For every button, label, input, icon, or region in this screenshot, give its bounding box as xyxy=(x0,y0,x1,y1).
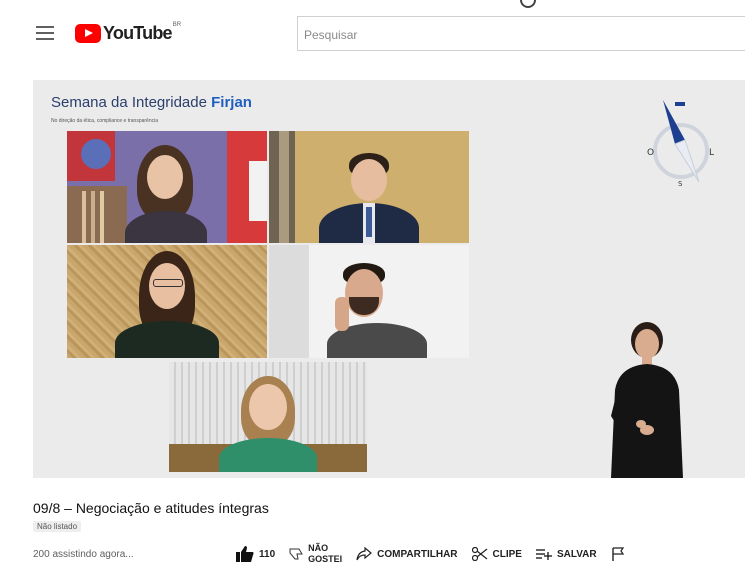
dislike-line1: NÃO xyxy=(308,543,329,553)
compass-label-o: O xyxy=(647,148,654,158)
thumbs-up-icon xyxy=(236,546,254,562)
logo-region: BR xyxy=(172,22,182,28)
share-label: COMPARTILHAR xyxy=(377,548,458,560)
share-icon xyxy=(356,547,373,561)
compass-icon: O L S xyxy=(647,100,714,188)
masthead: YouTube BR xyxy=(0,0,745,70)
video-player[interactable]: Semana da Integridade Firjan No direção … xyxy=(33,80,745,478)
scissors-icon xyxy=(471,547,487,561)
like-count: 110 xyxy=(259,548,276,560)
save-label: SALVAR xyxy=(556,548,597,560)
compass-label-l: L xyxy=(709,148,714,158)
report-button[interactable] xyxy=(611,547,630,561)
dislike-label: NÃO GOSTEI xyxy=(308,543,342,565)
dislike-button[interactable]: NÃO GOSTEI xyxy=(289,543,342,565)
participant-tile xyxy=(169,362,367,472)
event-title: Semana da Integridade Firjan xyxy=(51,94,252,111)
participant-tile xyxy=(67,131,267,243)
clip-label: CLIPE xyxy=(492,548,522,560)
unlisted-badge: Não listado xyxy=(33,521,82,532)
video-title: 09/8 – Negociação e atitudes íntegras xyxy=(33,500,269,516)
participant-tile xyxy=(67,245,267,358)
search-input[interactable] xyxy=(298,17,745,52)
like-button[interactable]: 110 xyxy=(236,546,275,562)
menu-icon[interactable] xyxy=(36,26,54,40)
participant-tile xyxy=(269,245,469,358)
logo-text: YouTube xyxy=(103,22,173,43)
share-button[interactable]: COMPARTILHAR xyxy=(356,547,458,561)
sign-language-interpreter xyxy=(611,322,683,478)
thumbs-down-icon xyxy=(289,548,304,560)
flag-icon xyxy=(611,547,624,561)
view-count: 200 assistindo agora... xyxy=(33,549,134,560)
mic-icon[interactable] xyxy=(520,0,536,8)
play-icon xyxy=(75,23,101,43)
save-button[interactable]: SALVAR xyxy=(535,548,597,560)
compass-label-s: S xyxy=(678,180,683,188)
dislike-line2: GOSTEI xyxy=(308,554,343,564)
event-title-plain: Semana da Integridade xyxy=(51,94,212,111)
participant-tile xyxy=(269,131,469,243)
clip-button[interactable]: CLIPE xyxy=(471,547,522,561)
event-subtitle: No direção da ética, compliance e transp… xyxy=(51,118,159,124)
playlist-add-icon xyxy=(535,549,552,560)
action-bar: 110 NÃO GOSTEI COMPARTILHAR CLIPE SALVAR xyxy=(236,541,630,567)
event-title-brand: Firjan xyxy=(211,94,252,111)
youtube-logo[interactable]: YouTube BR xyxy=(75,21,181,45)
search-box xyxy=(297,16,745,52)
